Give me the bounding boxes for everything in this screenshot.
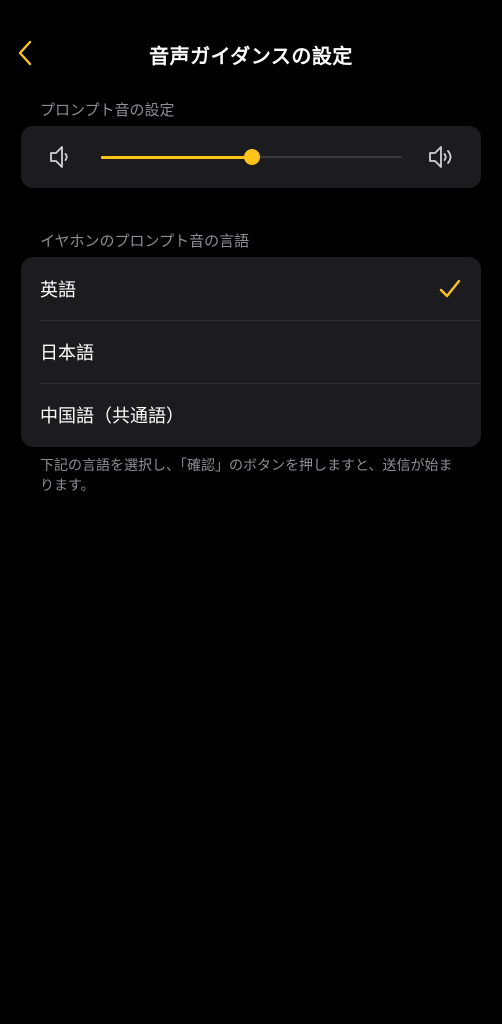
slider-fill xyxy=(101,156,252,159)
language-option-label: 英語 xyxy=(40,279,76,301)
prompt-volume-section-label: プロンプト音の設定 xyxy=(40,101,175,119)
header-bar: 音声ガイダンスの設定 xyxy=(0,30,502,76)
language-option-label: 中国語（共通語） xyxy=(40,405,184,427)
language-option-chinese[interactable]: 中国語（共通語） xyxy=(21,383,481,446)
volume-low-icon xyxy=(45,143,73,171)
page-title: 音声ガイダンスの設定 xyxy=(149,44,353,68)
language-option-japanese[interactable]: 日本語 xyxy=(21,320,481,383)
language-option-label: 日本語 xyxy=(40,342,94,364)
voice-guidance-settings-screen: 音声ガイダンスの設定 プロンプト音の設定 イヤホンのプロンプト音の言語 英語 日… xyxy=(0,0,502,1024)
prompt-volume-slider[interactable] xyxy=(101,146,402,168)
language-list: 英語 日本語 中国語（共通語） xyxy=(21,257,481,447)
language-option-english[interactable]: 英語 xyxy=(21,257,481,320)
language-note: 下記の言語を選択し、「確認」のボタンを押しますと、送信が始まります。 xyxy=(40,458,453,494)
language-section-label: イヤホンのプロンプト音の言語 xyxy=(40,232,250,250)
volume-high-icon xyxy=(427,143,455,171)
slider-thumb[interactable] xyxy=(243,149,260,165)
prompt-volume-card xyxy=(21,126,481,188)
checkmark-icon xyxy=(439,278,461,300)
